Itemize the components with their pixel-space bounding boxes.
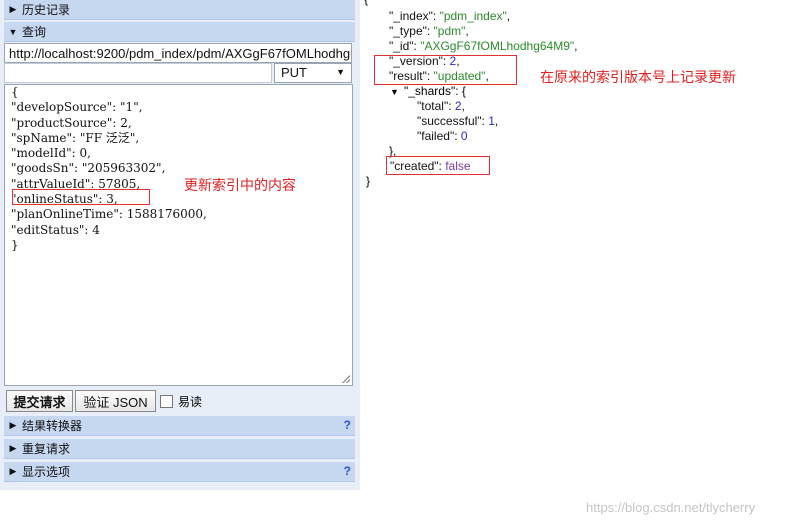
json-comma: , xyxy=(461,99,465,113)
json-comma: , xyxy=(494,114,499,128)
body-annotation-note: 更新索引中的内容 xyxy=(184,177,296,193)
history-label: 历史记录 xyxy=(22,3,71,17)
method-select[interactable]: PUT ▼ xyxy=(274,63,352,83)
json-key: "_id": xyxy=(389,39,421,53)
json-number: 0 xyxy=(460,129,468,143)
expand-right-icon: ▶ xyxy=(9,420,17,430)
json-key: "_index": xyxy=(389,9,440,23)
body-line: "editStatus": 4 xyxy=(11,222,100,237)
submit-request-button[interactable]: 提交请求 xyxy=(6,390,73,412)
watermark: https://blog.csdn.net/tlycherry xyxy=(586,500,756,515)
body-line: } xyxy=(11,237,19,252)
json-string: "AXGgF67fOMLhodhg64M9" xyxy=(420,39,575,53)
version-highlight-box xyxy=(374,55,517,85)
body-line: "spName": "FF 泛泛", xyxy=(11,130,140,145)
url-input[interactable]: http://localhost:9200/pdm_index/pdm/AXGg… xyxy=(4,43,352,63)
json-string: "pdm" xyxy=(433,24,466,38)
json-line-successful: "successful": 1, xyxy=(417,114,498,129)
body-line: "modelId": 0, xyxy=(11,146,91,161)
collapse-down-icon[interactable]: ▼ xyxy=(390,85,399,100)
onlinestatus-highlight-box xyxy=(12,189,150,205)
method-value: PUT xyxy=(281,65,307,80)
left-panel: ▶ 历史记录 ▼ 查询 http://localhost:9200/pdm_in… xyxy=(0,0,360,490)
created-highlight-box xyxy=(386,156,490,175)
transformer-header[interactable]: ▶ 结果转换器 ? xyxy=(4,416,355,436)
json-key: "failed": xyxy=(417,129,461,143)
json-line-shards: "_shards": { xyxy=(404,84,466,98)
help-icon[interactable]: ? xyxy=(344,464,351,478)
json-key: "successful": xyxy=(417,114,489,128)
json-comma: , xyxy=(506,9,511,23)
history-header[interactable]: ▶ 历史记录 xyxy=(4,0,355,20)
json-number: 1 xyxy=(488,114,495,128)
display-options-label: 显示选项 xyxy=(22,465,71,479)
json-comma: , xyxy=(574,39,578,53)
query-header[interactable]: ▼ 查询 xyxy=(4,22,355,42)
json-key: "total": xyxy=(417,99,455,113)
json-key: "_type": xyxy=(389,24,434,38)
path-field[interactable] xyxy=(4,63,272,83)
readable-label: 易读 xyxy=(178,395,203,409)
json-line-type: "_type": "pdm", xyxy=(389,24,469,39)
request-body-editor[interactable]: { "developSource": "1", "productSource":… xyxy=(4,84,353,386)
resize-grip-icon[interactable] xyxy=(342,375,350,383)
collapse-down-icon: ▼ xyxy=(8,26,18,37)
expand-right-icon: ▶ xyxy=(9,443,17,453)
json-line-id: "_id": "AXGgF67fOMLhodhg64M9", xyxy=(389,39,577,54)
json-line-index: "_index": "pdm_index", xyxy=(389,9,510,24)
expand-right-icon: ▶ xyxy=(9,4,17,14)
help-icon[interactable]: ? xyxy=(344,418,351,432)
dropdown-arrow-icon: ▼ xyxy=(336,67,345,77)
json-comma: , xyxy=(465,24,469,38)
method-row: PUT ▼ xyxy=(4,63,352,83)
readable-checkbox[interactable] xyxy=(160,395,173,408)
body-line: "developSource": "1", xyxy=(11,100,143,115)
json-open-brace: { xyxy=(364,0,368,7)
validate-json-button[interactable]: 验证 JSON xyxy=(75,390,156,412)
display-options-header[interactable]: ▶ 显示选项 ? xyxy=(4,462,355,482)
query-label: 查询 xyxy=(22,25,47,39)
json-string: "pdm_index" xyxy=(439,9,507,23)
body-line: { xyxy=(11,85,19,99)
version-annotation-note: 在原来的索引版本号上记录更新 xyxy=(540,69,736,85)
json-line-total: "total": 2, xyxy=(417,99,465,114)
readable-toggle[interactable]: 易读 xyxy=(160,393,202,410)
body-line: "planOnlineTime": 1588176000, xyxy=(11,207,207,222)
repeat-label: 重复请求 xyxy=(22,442,71,456)
repeat-header[interactable]: ▶ 重复请求 xyxy=(4,439,355,459)
json-line-failed: "failed": 0 xyxy=(417,129,468,144)
json-number: 2 xyxy=(454,99,462,113)
json-close-brace: } xyxy=(366,174,371,188)
body-line: "productSource": 2, xyxy=(11,115,132,130)
expand-right-icon: ▶ xyxy=(9,466,17,476)
transformer-label: 结果转换器 xyxy=(22,419,83,433)
